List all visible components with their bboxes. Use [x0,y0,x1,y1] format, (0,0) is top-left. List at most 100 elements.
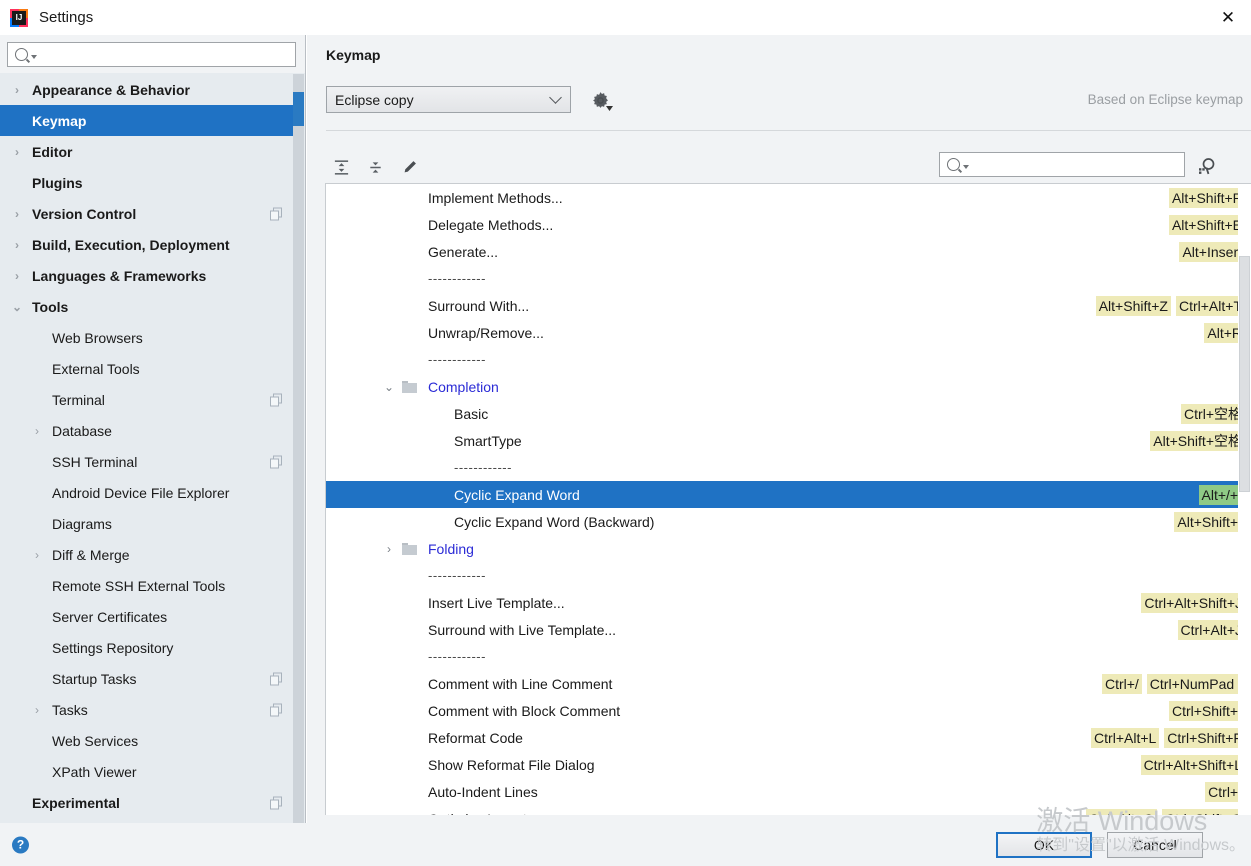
sidebar-item-experimental[interactable]: Experimental [0,787,293,818]
action-name-label: Auto-Indent Lines [428,783,538,800]
tree-row[interactable]: Comment with Block Comment Ctrl+Shift+/ [326,697,1251,724]
shortcut-badge[interactable]: Ctrl+Alt+O [1085,808,1157,815]
sidebar-item-external-tools[interactable]: External Tools [0,353,293,384]
find-by-shortcut-icon[interactable] [1193,153,1221,179]
shortcut-filter-input[interactable] [939,152,1185,177]
sidebar-item-tasks[interactable]: › Tasks [0,694,293,725]
tree-row[interactable]: Cyclic Expand Word (Backward) Alt+Shift+/ [326,508,1251,535]
copy-settings-icon[interactable] [270,393,283,406]
tree-row[interactable]: SmartType Alt+Shift+空格 [326,427,1251,454]
chevron-right-icon[interactable]: › [30,424,44,438]
sidebar-item-database[interactable]: › Database [0,415,293,446]
sidebar-item-version-control[interactable]: › Version Control [0,198,293,229]
sidebar-item-appearance-behavior[interactable]: › Appearance & Behavior [0,74,293,105]
cancel-button[interactable]: Cancel [1107,831,1203,858]
search-input[interactable] [7,42,296,67]
help-icon[interactable]: ? [12,836,29,853]
sidebar-item-startup-tasks[interactable]: Startup Tasks [0,663,293,694]
shortcut-badge[interactable]: Alt+Shift+/ [1174,511,1245,532]
tree-row[interactable]: Comment with Line Comment Ctrl+/Ctrl+NumP… [326,670,1251,697]
sidebar-item-xpath-viewer[interactable]: XPath Viewer [0,756,293,787]
sidebar-item-terminal[interactable]: Terminal [0,384,293,415]
tree-row[interactable]: Delegate Methods... Alt+Shift+E [326,211,1251,238]
tree-row[interactable]: Basic Ctrl+空格 [326,400,1251,427]
tree-row[interactable]: Implement Methods... Alt+Shift+P [326,184,1251,211]
sidebar-item-settings-repository[interactable]: Settings Repository [0,632,293,663]
chevron-right-icon[interactable]: › [10,207,24,221]
tree-row[interactable]: › Folding [326,535,1251,562]
shortcut-badge[interactable]: Ctrl+Shift+F [1164,727,1245,748]
sidebar-item-ssh-terminal[interactable]: SSH Terminal [0,446,293,477]
copy-settings-icon[interactable] [270,455,283,468]
tree-row[interactable]: Optimize Imports Ctrl+Alt+O Ctrl+Shift+O [326,805,1251,815]
pencil-edit-icon[interactable] [394,152,424,182]
sidebar-item-remote-ssh-external-tools[interactable]: Remote SSH External Tools [0,570,293,601]
shortcut-badge[interactable]: Ctrl+Alt+L [1091,727,1160,748]
tree-row[interactable]: Surround With... Alt+Shift+Z Ctrl+Alt+T [326,292,1251,319]
copy-settings-icon[interactable] [270,796,283,809]
keymap-action-tree[interactable]: Implement Methods... Alt+Shift+P Delegate … [325,183,1251,815]
sidebar-item-tools[interactable]: ⌄ Tools [0,291,293,322]
sidebar-item-keymap[interactable]: Keymap [0,105,293,136]
sidebar-item-languages-frameworks[interactable]: › Languages & Frameworks [0,260,293,291]
chevron-down-icon[interactable]: ⌄ [10,300,24,314]
chevron-down-icon [540,91,570,104]
tree-row[interactable]: Cyclic Expand Word Alt+/+/ [326,481,1251,508]
tree-scrollbar[interactable] [1238,184,1251,815]
tree-row[interactable]: Reformat Code Ctrl+Alt+L Ctrl+Shift+F [326,724,1251,751]
sidebar-item-web-browsers[interactable]: Web Browsers [0,322,293,353]
sidebar-scrollbar-thumb[interactable] [293,92,304,126]
chevron-right-icon[interactable]: › [10,269,24,283]
shortcut-badge[interactable]: Ctrl+空格 [1181,403,1245,424]
tree-row[interactable]: ⌄ Completion [326,373,1251,400]
shortcut-badge[interactable]: Alt+Shift+空格 [1150,430,1245,451]
tree-row[interactable]: Unwrap/Remove... Alt+R [326,319,1251,346]
close-icon[interactable]: ✕ [1205,0,1251,35]
shortcut-badge[interactable]: Ctrl+Shift+O [1161,808,1245,815]
chevron-right-icon[interactable]: › [30,548,44,562]
chevron-right-icon[interactable]: › [10,145,24,159]
shortcut-badge[interactable]: Ctrl+Alt+T [1175,295,1245,316]
sidebar-item-plugins[interactable]: Plugins [0,167,293,198]
chevron-right-icon[interactable]: › [10,83,24,97]
tree-row[interactable]: Auto-Indent Lines Ctrl+I [326,778,1251,805]
shortcut-badge[interactable]: Ctrl+Shift+/ [1168,700,1245,721]
copy-settings-icon[interactable] [270,207,283,220]
tree-scrollbar-thumb[interactable] [1239,256,1250,492]
shortcut-badge[interactable]: Ctrl+Alt+Shift+L [1140,754,1245,775]
shortcut-badges: Ctrl+/Ctrl+NumPad / [1101,673,1245,694]
copy-settings-icon[interactable] [270,672,283,685]
tree-row[interactable]: Surround with Live Template... Ctrl+Alt+J [326,616,1251,643]
shortcut-badge[interactable]: Alt+Insert [1179,241,1245,262]
chevron-right-icon[interactable]: › [30,703,44,717]
sidebar-item-diff-merge[interactable]: › Diff & Merge [0,539,293,570]
sidebar-item-web-services[interactable]: Web Services [0,725,293,756]
shortcut-badge[interactable]: Alt+Shift+Z [1095,295,1171,316]
sidebar-item-editor[interactable]: › Editor [0,136,293,167]
shortcut-badge[interactable]: Ctrl+/ [1101,673,1142,694]
collapse-all-icon[interactable] [360,152,390,182]
tree-row[interactable]: Show Reformat File Dialog Ctrl+Alt+Shift+… [326,751,1251,778]
shortcut-badge[interactable]: Alt+Shift+E [1168,214,1245,235]
chevron-right-icon[interactable]: › [382,543,396,555]
ok-button[interactable]: OK [996,831,1092,858]
copy-settings-icon[interactable] [270,703,283,716]
sidebar-item-server-certificates[interactable]: Server Certificates [0,601,293,632]
sidebar-item-build-execution-deployment[interactable]: › Build, Execution, Deployment [0,229,293,260]
chevron-right-icon[interactable]: › [10,238,24,252]
keymap-scheme-select[interactable]: Eclipse copy [326,86,571,113]
expand-all-icon[interactable] [326,152,356,182]
shortcut-badge[interactable]: Alt+Shift+P [1168,187,1245,208]
sidebar-item-android-device-file-explorer[interactable]: Android Device File Explorer [0,477,293,508]
shortcut-badge[interactable]: Ctrl+NumPad / [1146,673,1245,694]
shortcut-badge[interactable]: Ctrl+Alt+Shift+J [1141,592,1245,613]
sidebar-item-label: Diagrams [52,515,112,532]
tree-row[interactable]: Generate... Alt+Insert [326,238,1251,265]
chevron-down-icon[interactable]: ⌄ [382,381,396,393]
gear-icon[interactable] [587,87,613,113]
folder-icon [402,543,417,555]
tree-row[interactable]: Insert Live Template... Ctrl+Alt+Shift+J [326,589,1251,616]
sidebar-scrollbar[interactable] [293,74,304,823]
shortcut-badge[interactable]: Ctrl+Alt+J [1177,619,1245,640]
sidebar-item-diagrams[interactable]: Diagrams [0,508,293,539]
